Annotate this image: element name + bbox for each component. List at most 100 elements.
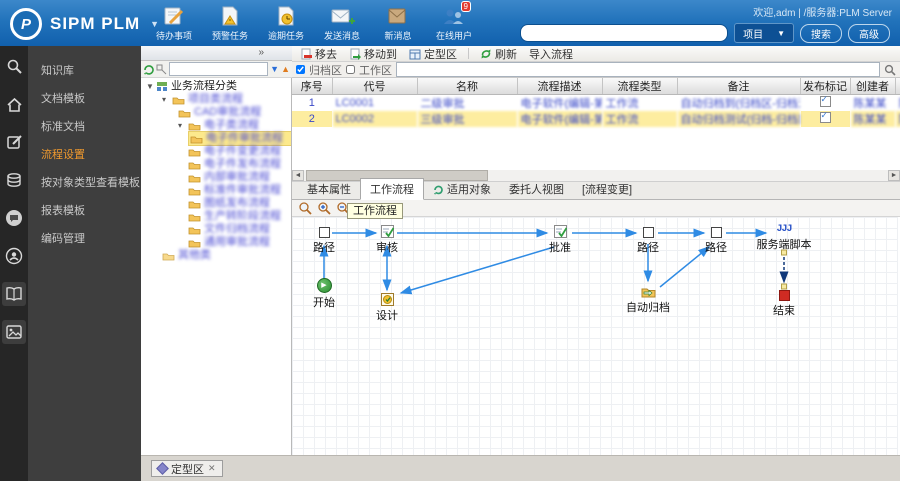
col-modifier[interactable]: 修改者 (895, 78, 900, 95)
nav-todo[interactable]: 待办事项 (146, 5, 202, 42)
explore-search-icon[interactable] (2, 54, 26, 78)
flow-node-path[interactable]: 路径 (294, 227, 354, 255)
workflow-canvas[interactable]: 路径 ▶ 开始 审核 设计 批准 路径 自动归档 路径 JJJ 服务端脚本 结束 (292, 217, 898, 455)
tree-item[interactable]: 标准件审批流程 (141, 184, 291, 197)
broadcast-user-icon[interactable] (2, 244, 26, 268)
tree-item[interactable]: 内部审批流程 (141, 171, 291, 184)
tree-collapse-all-icon[interactable] (156, 64, 167, 75)
find-next-icon[interactable]: ▼ (270, 64, 279, 74)
tree-refresh-icon[interactable] (143, 64, 154, 75)
home-icon[interactable] (2, 92, 26, 116)
finalize-area-dock-tab[interactable]: 定型区 ✕ (151, 460, 223, 477)
category-icon (157, 82, 167, 91)
zoom-reset-icon[interactable] (298, 201, 312, 215)
book-icon[interactable] (2, 282, 26, 306)
import-process-button[interactable]: 导入流程 (525, 46, 577, 62)
zoom-in-icon[interactable] (317, 201, 331, 215)
col-flag[interactable]: 发布标记 (800, 78, 851, 95)
tree-item[interactable]: 文件归档流程 (141, 223, 291, 236)
menu-item-report-templates[interactable]: 报表模板 (28, 196, 141, 224)
move-to-button[interactable]: 移动到 (345, 46, 401, 62)
finalize-area-button[interactable]: 定型区 (405, 46, 461, 62)
folder-icon (188, 162, 201, 169)
search-scope-dropdown[interactable]: 项目 ▼ (734, 23, 794, 43)
flow-node-path[interactable]: 路径 (686, 227, 746, 255)
tree-item[interactable]: 生产转阶段流程 (141, 210, 291, 223)
menu-item-standard-docs[interactable]: 标准文档 (28, 112, 141, 140)
tree-item[interactable]: 通用审批流程 (141, 236, 291, 249)
table-row-selected[interactable]: 2 LC0002 三级审批 电子软件(编辑-第三) 工作流 自动归档测试(归档-… (292, 111, 900, 127)
workspace-checkbox[interactable] (346, 65, 355, 74)
expand-icon[interactable]: ▾ (178, 119, 185, 132)
tab-applicable-objects[interactable]: 适用对象 (424, 179, 500, 199)
send-message-envelope-icon (329, 5, 355, 27)
expand-icon[interactable]: ▾ (162, 93, 169, 106)
list-filter-input[interactable] (396, 62, 880, 77)
tree-item[interactable]: 电子件变更流程 (141, 145, 291, 158)
published-flag-icon (819, 111, 831, 123)
flow-node-server-script[interactable]: JJJ 服务端脚本 (754, 224, 814, 252)
filter-row: 归档区 工作区 (292, 62, 900, 78)
tree-filter-input[interactable] (169, 62, 269, 76)
flow-node-approve[interactable]: 批准 (530, 225, 590, 255)
tab-workflow[interactable]: 工作流程 (360, 178, 424, 200)
tree-item[interactable]: 电子件发布流程 (141, 158, 291, 171)
nav-send-message[interactable]: 发送消息 (314, 5, 370, 42)
tree-item[interactable]: ▾ 项目类流程 (141, 93, 291, 106)
tree-item[interactable]: CAD审批流程 (141, 106, 291, 119)
cell-modifier-redacted: 陈某某 (895, 95, 900, 112)
compose-edit-icon[interactable] (2, 130, 26, 154)
menu-item-code-management[interactable]: 编码管理 (28, 224, 141, 252)
node-label: 开始 (313, 297, 335, 309)
flow-node-review[interactable]: 审核 (357, 225, 417, 255)
col-remark[interactable]: 备注 (677, 78, 801, 95)
flow-node-end[interactable]: 结束 (754, 290, 814, 318)
flow-node-start[interactable]: ▶ 开始 (294, 278, 354, 310)
nav-new-message[interactable]: 新消息 (370, 5, 426, 42)
refresh-button[interactable]: 刷新 (476, 46, 521, 62)
collapse-panel-icon[interactable]: » (258, 47, 264, 58)
archive-folder-icon (641, 288, 655, 298)
flow-node-design[interactable]: 设计 (357, 293, 417, 323)
menu-item-doc-templates[interactable]: 文档模板 (28, 84, 141, 112)
nav-overdue-tasks[interactable]: 逾期任务 (258, 5, 314, 42)
tree-item[interactable]: 图纸发布流程 (141, 197, 291, 210)
media-icon[interactable] (2, 320, 26, 344)
table-row[interactable]: 1 LC0001 二级审批 电子软件(编辑-第二) 工作流 自动归档到(归档区-… (292, 95, 900, 112)
col-code[interactable]: 代号 (332, 78, 418, 95)
app-logo[interactable]: P SIPM PLM ▼ (10, 8, 159, 40)
find-prev-icon[interactable]: ▲ (281, 64, 290, 74)
database-icon[interactable] (2, 168, 26, 192)
col-seq[interactable]: 序号 (292, 78, 333, 95)
advanced-search-button[interactable]: 高级 (848, 23, 890, 43)
nav-online-users[interactable]: 9 在线用户 (426, 1, 482, 42)
chat-icon[interactable] (2, 206, 26, 230)
nav-warning-tasks[interactable]: 预警任务 (202, 5, 258, 42)
close-icon[interactable]: ✕ (208, 463, 216, 474)
col-desc[interactable]: 流程描述 (517, 78, 603, 95)
menu-item-templates-by-type[interactable]: 按对象类型查看模板 (28, 168, 141, 196)
tree-item-selected[interactable]: 电子件审批流程 (141, 131, 291, 146)
tab-basic-props[interactable]: 基本属性 (298, 179, 360, 199)
menu-item-knowledge-base[interactable]: 知识库 (28, 56, 141, 84)
col-creator[interactable]: 创建者 (850, 78, 896, 95)
col-name[interactable]: 名称 (417, 78, 518, 95)
refresh-icon (481, 49, 491, 58)
expand-icon[interactable]: ▼ (146, 80, 154, 93)
flow-node-path[interactable]: 路径 (618, 227, 678, 255)
cell-seq: 1 (308, 97, 315, 109)
list-search-icon[interactable] (884, 64, 896, 76)
tree-root[interactable]: ▼ 业务流程分类 (141, 80, 291, 93)
global-search-input[interactable] (520, 24, 729, 42)
menu-item-process-settings[interactable]: 流程设置 (28, 140, 141, 168)
archive-area-checkbox[interactable] (296, 65, 305, 74)
col-type[interactable]: 流程类型 (602, 78, 678, 95)
tab-delegate-view[interactable]: 委托人视图 (500, 179, 573, 199)
left-icon-rail (0, 46, 28, 481)
scroll-right-icon[interactable]: ► (888, 170, 900, 181)
tree-item[interactable]: 其他类 (141, 249, 291, 262)
flow-node-auto-archive[interactable]: 自动归档 (618, 286, 678, 315)
tab-process-change[interactable]: [流程变更] (573, 179, 641, 199)
remove-button[interactable]: 移去 (296, 46, 341, 62)
search-button[interactable]: 搜索 (800, 23, 842, 43)
